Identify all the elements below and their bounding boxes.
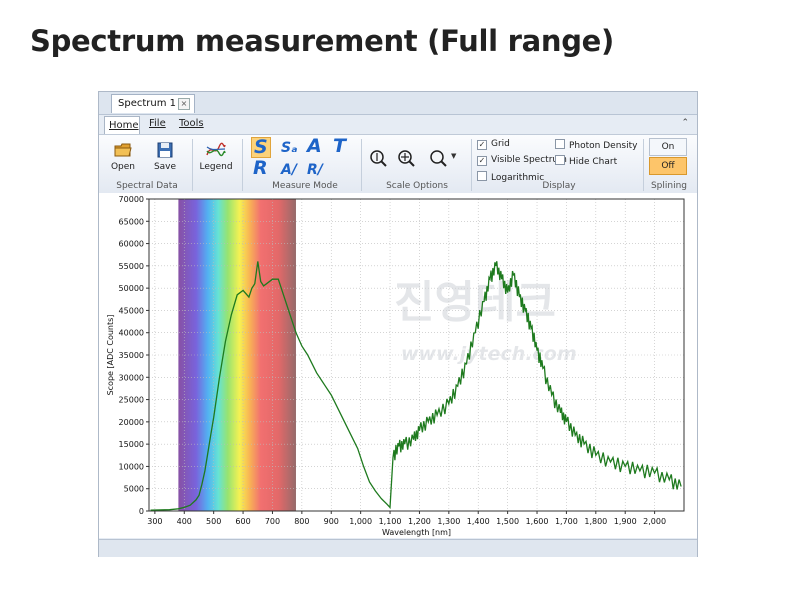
- checkbox-checked-icon: ✓: [477, 140, 487, 150]
- chevron-down-icon[interactable]: ▼: [451, 152, 456, 160]
- x-axis-label: Wavelength [nm]: [382, 528, 451, 537]
- x-tick-label: 800: [294, 517, 309, 526]
- checkbox-unchecked-icon: [477, 171, 487, 181]
- folder-icon: [114, 143, 132, 157]
- group-separator: [192, 139, 193, 191]
- collapse-ribbon-icon[interactable]: ⌃: [681, 118, 689, 128]
- measure-mode-absorbance-button[interactable]: A: [307, 137, 322, 156]
- x-tick-label: 900: [324, 517, 339, 526]
- floppy-disk-icon: [157, 142, 173, 158]
- grid-checkbox[interactable]: ✓ Grid: [477, 139, 510, 150]
- y-tick-label: 40000: [119, 329, 144, 338]
- open-label: Open: [110, 162, 136, 172]
- y-tick-label: 30000: [119, 373, 144, 382]
- close-icon[interactable]: ×: [178, 98, 190, 110]
- group-separator: [471, 139, 472, 191]
- y-tick-label: 55000: [119, 262, 144, 271]
- x-tick-label: 1,400: [467, 517, 490, 526]
- watermark-korean: 진영테크: [394, 277, 556, 328]
- x-tick-label: 1,500: [496, 517, 519, 526]
- group-separator: [361, 139, 362, 191]
- menu-home[interactable]: Home: [104, 116, 140, 135]
- y-tick-label: 65000: [119, 217, 144, 226]
- display-group-label: Display: [542, 181, 576, 191]
- x-tick-label: 300: [147, 517, 162, 526]
- y-tick-label: 50000: [119, 284, 144, 293]
- tab-spectrum-1[interactable]: Spectrum 1 ×: [111, 94, 195, 113]
- y-tick-label: 20000: [119, 418, 144, 427]
- splining-off-button[interactable]: Off: [649, 157, 687, 175]
- zoom-vertical-icon[interactable]: [369, 149, 387, 167]
- checkbox-unchecked-icon: [555, 139, 565, 149]
- save-label: Save: [153, 162, 177, 172]
- y-tick-label: 35000: [119, 351, 144, 360]
- y-tick-label: 15000: [119, 440, 144, 449]
- open-button[interactable]: Open: [109, 141, 137, 172]
- menu-file[interactable]: File: [149, 118, 166, 129]
- y-axis-label: Scope [ADC Counts]: [106, 315, 115, 396]
- x-tick-label: 1,700: [555, 517, 578, 526]
- measure-mode-reflectance-button[interactable]: R: [253, 159, 268, 178]
- x-tick-label: 400: [177, 517, 192, 526]
- spectrum-chart-area: 진영테크 www.jytech.com 0 5000 10000 15000 20000…: [99, 193, 697, 538]
- app-window: Spectrum 1 × Home File Tools ⌃ Open Save…: [98, 91, 698, 557]
- y-tick-label: 60000: [119, 240, 144, 249]
- document-tab-bar: Spectrum 1 ×: [99, 92, 697, 115]
- checkbox-unchecked-icon: [555, 155, 565, 165]
- group-separator: [242, 139, 243, 191]
- group-separator: [643, 139, 644, 191]
- x-tick-label: 500: [206, 517, 221, 526]
- menu-tools[interactable]: Tools: [179, 118, 204, 129]
- checkbox-checked-icon: ✓: [477, 156, 487, 166]
- splining-group-label: Splining: [650, 181, 688, 191]
- measure-mode-scope-dark-button[interactable]: Sₐ: [281, 139, 298, 158]
- y-tick-label: 0: [139, 507, 144, 516]
- y-tick-label: 5000: [124, 485, 144, 494]
- hide-chart-label: Hide Chart: [569, 157, 618, 167]
- zoom-in-icon[interactable]: [397, 149, 415, 167]
- x-tick-label: 2,000: [643, 517, 666, 526]
- ribbon: Open Save Spectral Data Legend S Sₐ A T: [99, 134, 697, 194]
- scale-options-group-label: Scale Options: [386, 181, 448, 191]
- x-tick-label: 700: [265, 517, 280, 526]
- x-tick-label: 1,100: [379, 517, 402, 526]
- photon-density-checkbox[interactable]: Photon Density: [555, 139, 637, 151]
- visible-spectrum-checkbox[interactable]: ✓ Visible Spectrum: [477, 155, 567, 166]
- save-button[interactable]: Save: [151, 141, 179, 172]
- legend-icon: [206, 142, 226, 157]
- legend-button[interactable]: Legend: [199, 141, 233, 172]
- legend-label: Legend: [199, 162, 233, 172]
- measure-mode-absolute-irradiance-button[interactable]: A/: [281, 161, 297, 180]
- measure-mode-transmittance-button[interactable]: T: [333, 137, 346, 156]
- x-tick-label: 1,800: [584, 517, 607, 526]
- x-tick-label: 600: [235, 517, 250, 526]
- page-title: Spectrum measurement (Full range): [30, 24, 614, 58]
- splining-on-button[interactable]: On: [649, 138, 687, 156]
- grid-label: Grid: [491, 139, 510, 149]
- y-tick-label: 45000: [119, 306, 144, 315]
- menu-bar: Home File Tools ⌃: [99, 115, 697, 135]
- photon-density-label: Photon Density: [569, 141, 638, 151]
- watermark-url: www.jytech.com: [401, 343, 577, 365]
- x-tick-label: 1,200: [408, 517, 431, 526]
- spectral-data-group-label: Spectral Data: [116, 181, 178, 191]
- x-tick-label: 1,000: [349, 517, 372, 526]
- y-tick-label: 10000: [119, 462, 144, 471]
- hide-chart-checkbox[interactable]: Hide Chart: [555, 155, 617, 167]
- x-tick-label: 1,600: [526, 517, 549, 526]
- x-tick-label: 1,900: [614, 517, 637, 526]
- measure-mode-relative-irradiance-button[interactable]: R/: [307, 161, 323, 180]
- spectrum-chart[interactable]: 진영테크 www.jytech.com 0 5000 10000 15000 20000…: [99, 193, 697, 538]
- y-tick-label: 25000: [119, 396, 144, 405]
- measure-mode-scope-button[interactable]: S: [251, 137, 271, 158]
- x-tick-label: 1,300: [437, 517, 460, 526]
- y-tick-label: 70000: [119, 195, 144, 204]
- zoom-options-icon[interactable]: [429, 149, 447, 167]
- tab-label: Spectrum 1: [118, 98, 176, 109]
- status-bar: [99, 539, 697, 557]
- measure-mode-group-label: Measure Mode: [272, 181, 338, 191]
